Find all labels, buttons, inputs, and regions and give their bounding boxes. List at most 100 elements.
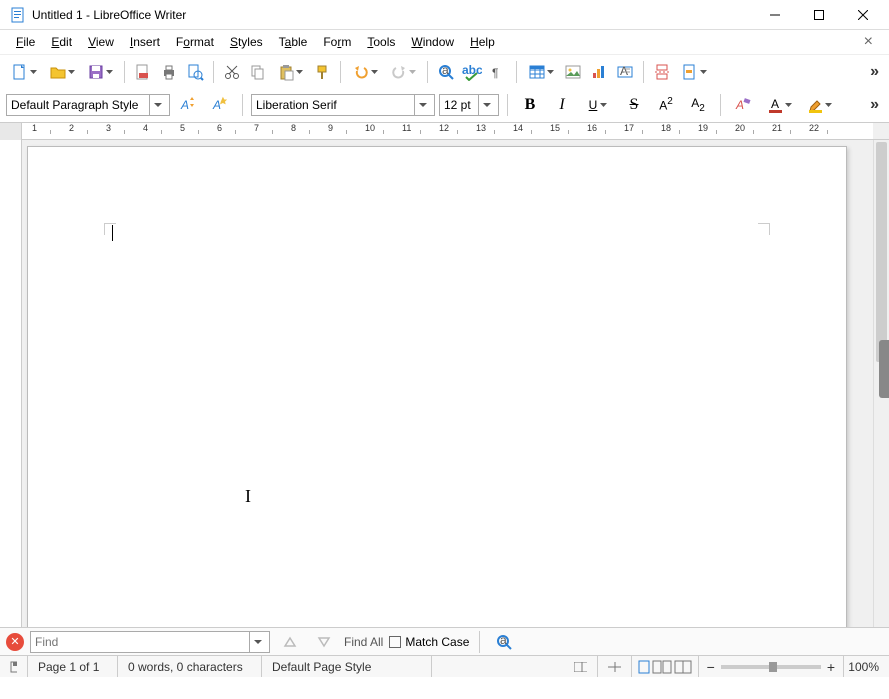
ruler-tick-5: 5 xyxy=(180,123,185,139)
maximize-button[interactable] xyxy=(797,0,841,30)
status-save-icon[interactable] xyxy=(0,656,28,677)
insert-chart-button[interactable] xyxy=(587,59,611,85)
strikethrough-button[interactable]: S xyxy=(620,92,648,118)
font-color-button[interactable]: A xyxy=(761,92,797,118)
italic-button[interactable]: I xyxy=(548,92,576,118)
undo-button[interactable] xyxy=(347,59,383,85)
redo-button[interactable] xyxy=(385,59,421,85)
font-name-dropdown[interactable] xyxy=(414,95,430,115)
scrollbar-thumb[interactable] xyxy=(876,142,887,362)
ruler-tick-17: 17 xyxy=(624,123,634,139)
view-multi-page-button[interactable] xyxy=(652,660,672,674)
menu-view[interactable]: View xyxy=(80,32,122,52)
minimize-button[interactable] xyxy=(753,0,797,30)
bold-button[interactable]: B xyxy=(516,92,544,118)
clear-formatting-button[interactable]: A xyxy=(729,92,757,118)
zoom-slider-thumb[interactable] xyxy=(769,662,777,672)
horizontal-ruler[interactable]: 12345678910111213141516171819202122 xyxy=(22,123,873,139)
find-all-button[interactable]: Find All xyxy=(344,635,383,649)
status-page[interactable]: Page 1 of 1 xyxy=(28,656,118,677)
highlight-color-button[interactable] xyxy=(801,92,837,118)
match-case-checkbox[interactable]: Match Case xyxy=(389,635,469,649)
ruler-tick-8: 8 xyxy=(291,123,296,139)
formatting-overflow-button[interactable]: » xyxy=(866,96,883,114)
ibeam-cursor-icon: I xyxy=(245,486,251,507)
svg-text:A: A xyxy=(620,64,628,78)
menu-edit[interactable]: Edit xyxy=(43,32,80,52)
paste-button[interactable] xyxy=(272,59,308,85)
copy-button[interactable] xyxy=(246,59,270,85)
zoom-slider[interactable] xyxy=(721,665,821,669)
menu-styles[interactable]: Styles xyxy=(222,32,271,52)
status-view-buttons xyxy=(632,656,699,677)
page[interactable] xyxy=(27,146,847,627)
open-button[interactable] xyxy=(44,59,80,85)
superscript-button[interactable]: A2 xyxy=(652,92,680,118)
font-name-input[interactable] xyxy=(252,95,414,115)
new-style-button[interactable]: A xyxy=(206,92,234,118)
font-size-input[interactable] xyxy=(440,95,478,115)
find-dropdown[interactable] xyxy=(249,632,265,652)
paragraph-style-input[interactable] xyxy=(7,95,149,115)
subscript-button[interactable]: A2 xyxy=(684,92,712,118)
find-prev-button[interactable] xyxy=(276,629,304,655)
print-preview-button[interactable] xyxy=(183,59,207,85)
insert-textbox-button[interactable]: A xyxy=(613,59,637,85)
zoom-percent[interactable]: 100% xyxy=(843,656,889,677)
formatting-marks-button[interactable]: ¶ xyxy=(486,59,510,85)
menu-table[interactable]: Table xyxy=(271,32,316,52)
svg-text:a: a xyxy=(500,633,507,647)
find-replace-button[interactable]: a xyxy=(434,59,458,85)
ruler-tick-13: 13 xyxy=(476,123,486,139)
insert-table-button[interactable] xyxy=(523,59,559,85)
spellcheck-button[interactable]: abc xyxy=(460,59,484,85)
horizontal-ruler-row: 12345678910111213141516171819202122 xyxy=(0,122,889,140)
view-book-button[interactable] xyxy=(674,660,692,674)
find-next-button[interactable] xyxy=(310,629,338,655)
close-document-button[interactable]: × xyxy=(856,33,881,51)
close-button[interactable] xyxy=(841,0,885,30)
clone-formatting-button[interactable] xyxy=(310,59,334,85)
menu-format[interactable]: Format xyxy=(168,32,222,52)
ruler-corner xyxy=(0,123,22,141)
menu-help[interactable]: Help xyxy=(462,32,503,52)
font-size-combo[interactable] xyxy=(439,94,499,116)
find-combo[interactable] xyxy=(30,631,270,653)
insert-field-button[interactable] xyxy=(676,59,712,85)
insert-image-button[interactable] xyxy=(561,59,585,85)
new-button[interactable] xyxy=(6,59,42,85)
view-single-page-button[interactable] xyxy=(638,660,650,674)
export-pdf-button[interactable] xyxy=(131,59,155,85)
ruler-tick-2: 2 xyxy=(69,123,74,139)
menu-form[interactable]: Form xyxy=(315,32,359,52)
menu-file[interactable]: File xyxy=(8,32,43,52)
menu-window[interactable]: Window xyxy=(403,32,462,52)
zoom-in-button[interactable]: + xyxy=(827,659,835,675)
document-viewport[interactable]: I xyxy=(22,140,873,627)
paragraph-style-combo[interactable] xyxy=(6,94,170,116)
print-button[interactable] xyxy=(157,59,181,85)
cut-button[interactable] xyxy=(220,59,244,85)
paragraph-style-dropdown[interactable] xyxy=(149,95,165,115)
insert-page-break-button[interactable] xyxy=(650,59,674,85)
sidebar-handle[interactable] xyxy=(879,340,889,398)
find-input[interactable] xyxy=(31,632,249,652)
update-style-button[interactable]: A xyxy=(174,92,202,118)
find-replace-open-button[interactable]: a xyxy=(490,629,518,655)
zoom-out-button[interactable]: − xyxy=(707,659,715,675)
font-name-combo[interactable] xyxy=(251,94,435,116)
status-word-count[interactable]: 0 words, 0 characters xyxy=(118,656,262,677)
save-button[interactable] xyxy=(82,59,118,85)
status-selection-mode[interactable] xyxy=(598,656,632,677)
find-close-button[interactable]: ✕ xyxy=(6,633,24,651)
status-page-style[interactable]: Default Page Style xyxy=(262,656,432,677)
underline-button[interactable]: U xyxy=(580,92,616,118)
app-icon xyxy=(10,7,26,23)
menu-tools[interactable]: Tools xyxy=(359,32,403,52)
vertical-ruler[interactable] xyxy=(0,140,22,627)
toolbar-overflow-button[interactable]: » xyxy=(866,63,883,81)
font-size-dropdown[interactable] xyxy=(478,95,494,115)
status-insert-mode[interactable] xyxy=(564,656,598,677)
svg-text:A: A xyxy=(212,98,221,112)
menu-insert[interactable]: Insert xyxy=(122,32,168,52)
